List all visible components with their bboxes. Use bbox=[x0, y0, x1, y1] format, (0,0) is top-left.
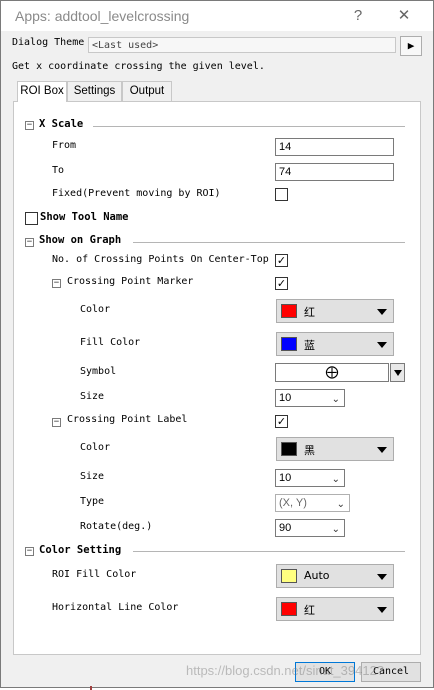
marker-title: Crossing Point Marker bbox=[67, 276, 194, 287]
from-label: From bbox=[52, 140, 77, 151]
marker-color-swatch bbox=[281, 304, 297, 318]
label-rotate-value: 90 bbox=[279, 522, 292, 534]
x-scale-collapse-icon[interactable]: − bbox=[25, 121, 34, 130]
dialog-window: Apps: addtool_levelcrossing ? ✕ Dialog T… bbox=[0, 0, 434, 688]
hline-color-name: 红 bbox=[304, 604, 315, 617]
hline-color-select[interactable]: 红 bbox=[276, 597, 394, 621]
dialog-theme-input[interactable]: <Last used> bbox=[88, 37, 396, 53]
fixed-checkbox[interactable] bbox=[275, 188, 288, 201]
marker-fill-swatch bbox=[281, 337, 297, 351]
marker-color-name: 红 bbox=[304, 306, 315, 319]
label-group-checkbox[interactable]: ✓ bbox=[275, 415, 288, 428]
marker-size-label: Size bbox=[80, 391, 105, 402]
tab-settings[interactable]: Settings bbox=[67, 81, 122, 101]
watermark-text: https://blog.csdn.net/sinat_39412? bbox=[186, 663, 385, 678]
marker-fill-label: Fill Color bbox=[80, 337, 141, 348]
label-rotate-dropdown[interactable]: 90 ⌄ bbox=[275, 519, 345, 537]
chevron-down-icon: ⌄ bbox=[331, 394, 340, 405]
roi-fill-select[interactable]: Auto bbox=[276, 564, 394, 588]
color-setting-divider bbox=[133, 551, 405, 552]
symbol-dropdown-button[interactable] bbox=[390, 363, 405, 382]
label-type-label: Type bbox=[80, 496, 105, 507]
hline-color-swatch bbox=[281, 602, 297, 616]
color-setting-collapse-icon[interactable]: − bbox=[25, 547, 34, 556]
tab-roi-box[interactable]: ROI Box bbox=[17, 81, 67, 102]
marker-collapse-icon[interactable]: − bbox=[52, 279, 61, 288]
hline-color-label: Horizontal Line Color bbox=[52, 602, 179, 613]
fixed-label: Fixed(Prevent moving by ROI) bbox=[52, 188, 221, 199]
chevron-down-icon: ⌄ bbox=[331, 474, 340, 485]
label-size-dropdown[interactable]: 10 ⌄ bbox=[275, 469, 345, 487]
show-on-graph-collapse-icon[interactable]: − bbox=[25, 238, 34, 247]
theme-menu-button[interactable]: ▶ bbox=[400, 36, 422, 56]
chevron-down-icon bbox=[377, 309, 387, 315]
roi-fill-name: Auto bbox=[304, 569, 330, 582]
title-bar: Apps: addtool_levelcrossing ? ✕ bbox=[1, 1, 433, 31]
show-on-graph-title: Show on Graph bbox=[39, 234, 122, 246]
marker-color-select[interactable]: 红 bbox=[276, 299, 394, 323]
label-rotate-label: Rotate(deg.) bbox=[80, 521, 153, 532]
color-setting-title: Color Setting bbox=[39, 544, 122, 556]
crossing-count-checkbox[interactable]: ✓ bbox=[275, 254, 288, 267]
to-label: To bbox=[52, 165, 65, 176]
marker-size-dropdown[interactable]: 10 ⌄ bbox=[275, 389, 345, 407]
show-on-graph-divider bbox=[133, 242, 405, 243]
label-collapse-icon[interactable]: − bbox=[52, 418, 61, 427]
label-color-select[interactable]: 黑 bbox=[276, 437, 394, 461]
x-scale-divider bbox=[93, 126, 405, 127]
label-group-title: Crossing Point Label bbox=[67, 414, 188, 425]
close-button[interactable]: ✕ bbox=[389, 5, 419, 27]
to-input[interactable]: 74 bbox=[275, 163, 394, 181]
background-edge bbox=[90, 686, 92, 690]
chevron-down-icon: ⌄ bbox=[331, 524, 340, 535]
chevron-down-icon bbox=[377, 447, 387, 453]
label-color-swatch bbox=[281, 442, 297, 456]
chevron-down-icon bbox=[377, 574, 387, 580]
roi-fill-label: ROI Fill Color bbox=[52, 569, 137, 580]
from-input[interactable]: 14 bbox=[275, 138, 394, 156]
circle-plus-symbol-icon[interactable]: ⨁ bbox=[275, 363, 389, 382]
crossing-count-label: No. of Crossing Points On Center-Top bbox=[52, 254, 269, 265]
dialog-theme-label: Dialog Theme bbox=[12, 37, 85, 48]
description-text: Get x coordinate crossing the given leve… bbox=[12, 61, 265, 72]
marker-fill-name: 蓝 bbox=[304, 339, 315, 352]
tab-output[interactable]: Output bbox=[122, 81, 172, 101]
window-title: Apps: addtool_levelcrossing bbox=[15, 8, 190, 24]
marker-color-label: Color bbox=[80, 304, 111, 315]
label-size-value: 10 bbox=[279, 472, 292, 484]
show-tool-name-checkbox[interactable] bbox=[25, 212, 38, 225]
chevron-down-icon bbox=[377, 607, 387, 613]
label-type-value: (X, Y) bbox=[279, 497, 307, 509]
roi-fill-swatch bbox=[281, 569, 297, 583]
chevron-down-icon bbox=[377, 342, 387, 348]
show-tool-name-label: Show Tool Name bbox=[40, 211, 129, 223]
x-scale-title: X Scale bbox=[39, 118, 84, 130]
help-button[interactable]: ? bbox=[343, 5, 373, 27]
marker-checkbox[interactable]: ✓ bbox=[275, 277, 288, 290]
chevron-down-icon: ⌄ bbox=[336, 499, 345, 510]
label-color-name: 黑 bbox=[304, 444, 315, 457]
marker-fill-select[interactable]: 蓝 bbox=[276, 332, 394, 356]
label-type-dropdown[interactable]: (X, Y) ⌄ bbox=[275, 494, 350, 512]
label-color-label: Color bbox=[80, 442, 111, 453]
label-size-label: Size bbox=[80, 471, 105, 482]
marker-symbol-label: Symbol bbox=[80, 366, 117, 377]
marker-size-value: 10 bbox=[279, 392, 292, 404]
